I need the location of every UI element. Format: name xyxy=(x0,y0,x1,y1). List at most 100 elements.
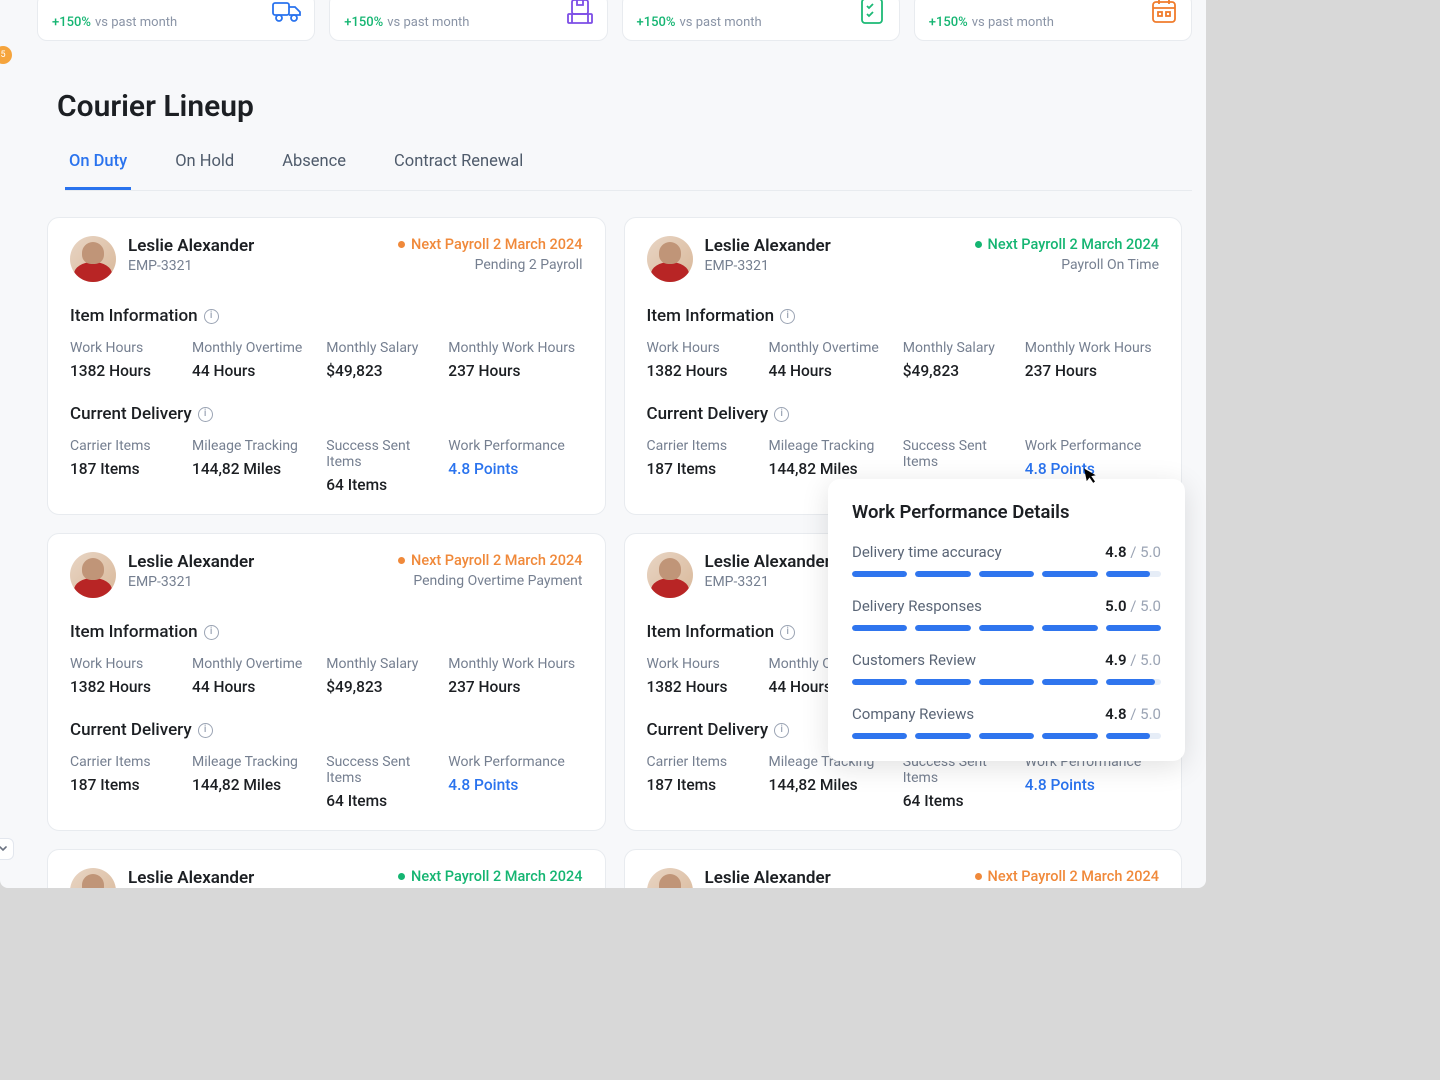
label-monthly-work-hours: Monthly Work Hours xyxy=(448,340,582,356)
status-dot-icon xyxy=(398,557,405,564)
bar-segment xyxy=(915,625,970,631)
popup-title: Work Performance Details xyxy=(852,501,1161,523)
bar-segment xyxy=(915,733,970,739)
avatar xyxy=(647,552,693,598)
bar-segment xyxy=(852,679,907,685)
courier-card[interactable]: Leslie Alexander EMP-3321 Next Payroll 2… xyxy=(47,849,606,888)
courier-card[interactable]: Leslie Alexander EMP-3321 Next Payroll 2… xyxy=(47,533,606,831)
label-monthly-salary: Monthly Salary xyxy=(903,340,1025,356)
label-monthly-overtime: Monthly Overtime xyxy=(192,340,326,356)
stat-card[interactable]: +150% vs past month xyxy=(622,0,900,41)
score-label: Company Reviews xyxy=(852,705,974,723)
current-delivery-header: Current Delivery i xyxy=(647,404,1160,424)
value-monthly-salary: $49,823 xyxy=(326,678,448,696)
score-value: 5.0 / 5.0 xyxy=(1105,597,1161,615)
work-performance-popup: Work Performance Details Delivery time a… xyxy=(828,479,1185,761)
score-row: Delivery Responses 5.0 / 5.0 xyxy=(852,597,1161,631)
avatar xyxy=(647,868,693,888)
bar-segment xyxy=(852,625,907,631)
info-icon[interactable]: i xyxy=(204,625,219,640)
info-icon[interactable]: i xyxy=(204,309,219,324)
status-dot-icon xyxy=(398,241,405,248)
stat-delta: +150% xyxy=(52,15,91,30)
courier-id: EMP-3321 xyxy=(128,574,254,590)
stat-sub: vs past month xyxy=(387,15,469,30)
tab-contract-renewal[interactable]: Contract Renewal xyxy=(390,152,527,190)
info-icon[interactable]: i xyxy=(198,723,213,738)
label-success-sent-items: Success Sent Items xyxy=(903,438,1025,470)
label-success-sent-items: Success Sent Items xyxy=(326,754,448,786)
score-label: Customers Review xyxy=(852,651,976,669)
payroll-status: Next Payroll 2 March 2024 xyxy=(398,236,582,253)
value-monthly-work-hours: 237 Hours xyxy=(448,362,582,380)
value-work-performance[interactable]: 4.8 Points xyxy=(448,776,582,794)
avatar xyxy=(70,868,116,888)
score-bar xyxy=(852,625,1161,631)
score-value: 4.9 / 5.0 xyxy=(1105,651,1161,669)
sidebar-notification-badge: 5 xyxy=(0,46,12,64)
value-work-performance[interactable]: 4.8 Points xyxy=(1025,776,1159,794)
value-success-sent-items: 64 Items xyxy=(326,476,448,494)
value-work-hours: 1382 Hours xyxy=(70,362,192,380)
courier-id: EMP-3321 xyxy=(128,258,254,274)
stat-sub: vs past month xyxy=(972,15,1054,30)
courier-card[interactable]: Leslie Alexander EMP-3321 Next Payroll 2… xyxy=(624,217,1183,515)
value-carrier-items: 187 Items xyxy=(70,460,192,478)
value-mileage-tracking: 144,82 Miles xyxy=(192,460,326,478)
bar-segment xyxy=(1106,571,1161,577)
value-mileage-tracking: 144,82 Miles xyxy=(769,460,903,478)
info-icon[interactable]: i xyxy=(780,625,795,640)
stat-sub: vs past month xyxy=(679,15,761,30)
payroll-substatus: Pending Overtime Payment xyxy=(398,573,582,589)
bar-segment xyxy=(852,733,907,739)
bar-segment xyxy=(915,571,970,577)
courier-name: Leslie Alexander xyxy=(705,868,831,888)
warehouse-icon xyxy=(565,0,595,26)
tabs: On Duty On Hold Absence Contract Renewal xyxy=(65,152,1192,191)
current-delivery-header: Current Delivery i xyxy=(70,720,583,740)
value-monthly-overtime: 44 Hours xyxy=(769,362,903,380)
bar-segment xyxy=(1042,571,1097,577)
label-carrier-items: Carrier Items xyxy=(647,438,769,454)
label-work-performance: Work Performance xyxy=(448,754,582,770)
info-icon[interactable]: i xyxy=(780,309,795,324)
bar-segment xyxy=(979,733,1034,739)
bar-segment xyxy=(979,571,1034,577)
tab-on-hold[interactable]: On Hold xyxy=(171,152,238,190)
label-work-hours: Work Hours xyxy=(647,656,769,672)
tab-on-duty[interactable]: On Duty xyxy=(65,152,131,190)
label-work-hours: Work Hours xyxy=(647,340,769,356)
stat-card[interactable]: +150% vs past month xyxy=(37,0,315,41)
bar-segment xyxy=(1042,679,1097,685)
value-monthly-overtime: 44 Hours xyxy=(192,362,326,380)
score-label: Delivery Responses xyxy=(852,597,982,615)
status-dot-icon xyxy=(975,241,982,248)
stat-sub: vs past month xyxy=(95,15,177,30)
stat-card[interactable]: +150% vs past month xyxy=(914,0,1192,41)
value-mileage-tracking: 144,82 Miles xyxy=(192,776,326,794)
label-carrier-items: Carrier Items xyxy=(647,754,769,770)
info-icon[interactable]: i xyxy=(774,723,789,738)
bar-segment xyxy=(1106,625,1161,631)
value-work-performance[interactable]: 4.8 Points xyxy=(448,460,582,478)
stat-card[interactable]: +150% vs past month xyxy=(329,0,607,41)
status-dot-icon xyxy=(398,873,405,880)
score-bar xyxy=(852,679,1161,685)
label-monthly-work-hours: Monthly Work Hours xyxy=(448,656,582,672)
info-icon[interactable]: i xyxy=(198,407,213,422)
info-icon[interactable]: i xyxy=(774,407,789,422)
payroll-status: Next Payroll 2 March 2024 xyxy=(398,868,582,885)
item-information-header: Item Information i xyxy=(647,306,1160,326)
avatar xyxy=(70,236,116,282)
value-mileage-tracking: 144,82 Miles xyxy=(769,776,903,794)
sidebar-collapse-toggle[interactable] xyxy=(0,838,14,860)
bar-segment xyxy=(979,679,1034,685)
label-carrier-items: Carrier Items xyxy=(70,754,192,770)
tab-absence[interactable]: Absence xyxy=(278,152,350,190)
value-monthly-salary: $49,823 xyxy=(326,362,448,380)
payroll-status: Next Payroll 2 March 2024 xyxy=(975,868,1159,885)
courier-card[interactable]: Leslie Alexander EMP-3321 Next Payroll 2… xyxy=(47,217,606,515)
stat-delta: +150% xyxy=(929,15,968,30)
label-monthly-work-hours: Monthly Work Hours xyxy=(1025,340,1159,356)
courier-card[interactable]: Leslie Alexander EMP-3321 Next Payroll 2… xyxy=(624,849,1183,888)
